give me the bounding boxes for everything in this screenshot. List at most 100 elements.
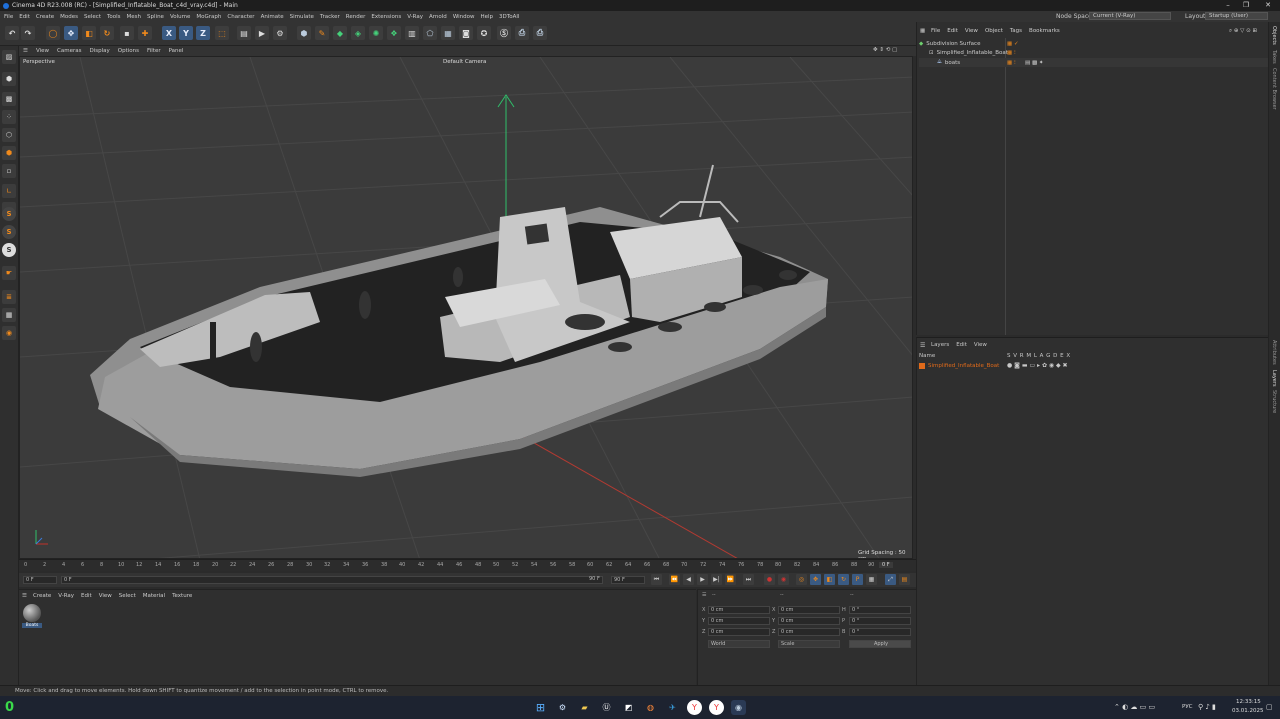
clock-time[interactable]: 12:33:15 <box>1236 699 1261 705</box>
material-menu-create[interactable]: Create <box>33 593 51 599</box>
apply-button[interactable]: Apply <box>849 640 911 648</box>
model-mode-icon[interactable]: ⬢ <box>2 72 16 86</box>
layer-toggle-icons[interactable]: ● ◙ ▬ ▭ ▸ ✿ ◉ ◆ ✖ <box>1007 362 1068 369</box>
menu-3dtoall[interactable]: 3DToAll <box>499 14 519 20</box>
frame-range-start[interactable]: 0 F <box>61 576 603 584</box>
lock-grid-icon[interactable]: ▦ <box>2 308 16 322</box>
key-scale-icon[interactable]: ◧ <box>824 574 835 585</box>
tab-structure[interactable]: Structure <box>1271 390 1277 413</box>
solo-icon[interactable]: ◉ <box>2 326 16 340</box>
maximize-button[interactable]: ❐ <box>1236 0 1256 11</box>
record-icon[interactable]: ● <box>764 574 775 585</box>
object-visibility-icons[interactable]: ▦ ⁝ <box>1007 50 1016 56</box>
coord-size-mode-select[interactable]: Scale <box>778 640 840 648</box>
camera-icon[interactable]: ◙ <box>459 26 473 40</box>
menu-simulate[interactable]: Simulate <box>290 14 314 20</box>
vray-vfb-icon[interactable]: ⎙ <box>533 26 547 40</box>
object-visibility-icons[interactable]: ▦ ⁝ <box>1007 60 1016 66</box>
layout-select[interactable]: Startup (User) <box>1205 12 1268 20</box>
field-icon[interactable]: ▥ <box>405 26 419 40</box>
viewport-menu-options[interactable]: Options <box>118 48 139 54</box>
key-rotation-icon[interactable]: ↻ <box>838 574 849 585</box>
z-axis-lock-button[interactable]: Z <box>196 26 210 40</box>
material-menu-texture[interactable]: Texture <box>172 593 192 599</box>
material-menu-icon[interactable]: ☰ <box>22 593 27 599</box>
coordinate-system-icon[interactable]: ⬚ <box>215 26 229 40</box>
vray-s-icon-1[interactable]: S <box>2 207 16 221</box>
frame-range-end[interactable]: 90 F <box>587 576 605 584</box>
object-menu-tags[interactable]: Tags <box>1010 28 1022 34</box>
make-editable-icon[interactable]: ▨ <box>2 50 16 64</box>
add-tool-icon[interactable]: ✚ <box>138 26 152 40</box>
menu-modes[interactable]: Modes <box>60 14 78 20</box>
position-x-field[interactable]: 0 cm <box>708 606 770 614</box>
tab-layers[interactable]: Layers <box>1271 370 1277 387</box>
render-view-icon[interactable]: ▶ <box>255 26 269 40</box>
object-tags-icons[interactable]: ▤ ▩ ✦ <box>1025 60 1044 66</box>
object-menu-object[interactable]: Object <box>985 28 1003 34</box>
object-menu-edit[interactable]: Edit <box>947 28 958 34</box>
tray-icons[interactable]: ⌃ ◐ ☁ ▭ ▭ <box>1114 703 1155 711</box>
key-position-icon[interactable]: ✥ <box>810 574 821 585</box>
redo-icon[interactable]: ↷ <box>21 26 35 40</box>
menu-select[interactable]: Select <box>84 14 101 20</box>
tab-takes[interactable]: Takes <box>1271 50 1277 64</box>
points-mode-icon[interactable]: ⁘ <box>2 110 16 124</box>
end-frame-field[interactable]: 90 F <box>611 576 645 584</box>
menu-tracker[interactable]: Tracker <box>320 14 340 20</box>
goto-start-icon[interactable]: ⏮ <box>651 574 662 585</box>
viewport-menu-icon[interactable]: ☰ <box>23 48 28 54</box>
layer-row[interactable]: Simplified_Inflatable_Boat ● ◙ ▬ ▭ ▸ ✿ ◉… <box>919 361 1269 370</box>
render-region-icon[interactable]: ▤ <box>237 26 251 40</box>
viewport-menu-display[interactable]: Display <box>89 48 109 54</box>
layer-color-swatch[interactable] <box>919 362 925 369</box>
menu-edit[interactable]: Edit <box>19 14 30 20</box>
viewport-menu-view[interactable]: View <box>36 48 49 54</box>
minimize-button[interactable]: – <box>1218 0 1238 11</box>
tab-content-browser[interactable]: Content Browser <box>1271 68 1277 110</box>
viewport-menu-cameras[interactable]: Cameras <box>57 48 81 54</box>
size-z-field[interactable]: 0 cm <box>778 628 840 636</box>
texture-mode-icon[interactable]: ▩ <box>2 92 16 106</box>
rotation-p-field[interactable]: 0 ° <box>849 617 911 625</box>
layer-stack-icon[interactable]: ≣ <box>2 290 16 304</box>
material-menu-view[interactable]: View <box>99 593 112 599</box>
yandex-icon[interactable]: Y <box>709 700 724 715</box>
scale-tool-icon[interactable]: ◧ <box>82 26 96 40</box>
current-frame-field[interactable]: 0 F <box>879 562 893 568</box>
menu-volume[interactable]: Volume <box>170 14 190 20</box>
size-y-field[interactable]: 0 cm <box>778 617 840 625</box>
object-search-icons[interactable]: ⌕ ⊕ ▽ ⊙ ⊞ <box>1229 28 1257 35</box>
menu-mesh[interactable]: Mesh <box>127 14 141 20</box>
vray-icon[interactable]: Ⓢ <box>497 26 511 40</box>
position-z-field[interactable]: 0 cm <box>708 628 770 636</box>
object-visibility-icons[interactable]: ▦ ✓ <box>1007 41 1019 47</box>
menu-vray[interactable]: V-Ray <box>407 14 423 20</box>
play-icon[interactable]: ▶ <box>697 574 708 585</box>
subdivision-icon[interactable]: ◆ <box>333 26 347 40</box>
vray-s-icon-3[interactable]: S <box>2 243 16 257</box>
next-frame-icon[interactable]: ▶| <box>711 574 722 585</box>
clock-date[interactable]: 03.01.2025 <box>1232 708 1264 714</box>
mograph-cloner-icon[interactable]: ❖ <box>387 26 401 40</box>
menu-mograph[interactable]: MoGraph <box>196 14 221 20</box>
3d-viewport[interactable]: Perspective Default Camera Grid Spacing … <box>19 56 913 559</box>
network-sound-icons[interactable]: ⚲ ♪ ▮ <box>1198 703 1216 711</box>
timeline-window-icon[interactable]: ▤ <box>899 574 910 585</box>
workplane-icon[interactable]: ∟ <box>2 184 16 198</box>
unreal-icon[interactable]: Ⓤ <box>599 700 614 715</box>
environment-icon[interactable]: ⬠ <box>423 26 437 40</box>
menu-file[interactable]: File <box>4 14 13 20</box>
menu-animate[interactable]: Animate <box>261 14 284 20</box>
widgets-counter[interactable]: 0 <box>5 700 14 715</box>
menu-spline[interactable]: Spline <box>147 14 164 20</box>
size-x-field[interactable]: 0 cm <box>778 606 840 614</box>
polygons-mode-icon[interactable]: ⬢ <box>2 146 16 160</box>
motion-tool-icon[interactable]: ⤢ <box>885 574 896 585</box>
edges-mode-icon[interactable]: ⬡ <box>2 128 16 142</box>
material-menu-select[interactable]: Select <box>119 593 136 599</box>
menu-help[interactable]: Help <box>481 14 494 20</box>
paint-icon[interactable]: ☛ <box>2 266 16 280</box>
timeline-ruler[interactable]: 0 2 4 6 8 10 12 14 16 18 20 22 24 26 28 … <box>19 559 916 571</box>
recent-tools-icon[interactable]: ▪ <box>120 26 134 40</box>
